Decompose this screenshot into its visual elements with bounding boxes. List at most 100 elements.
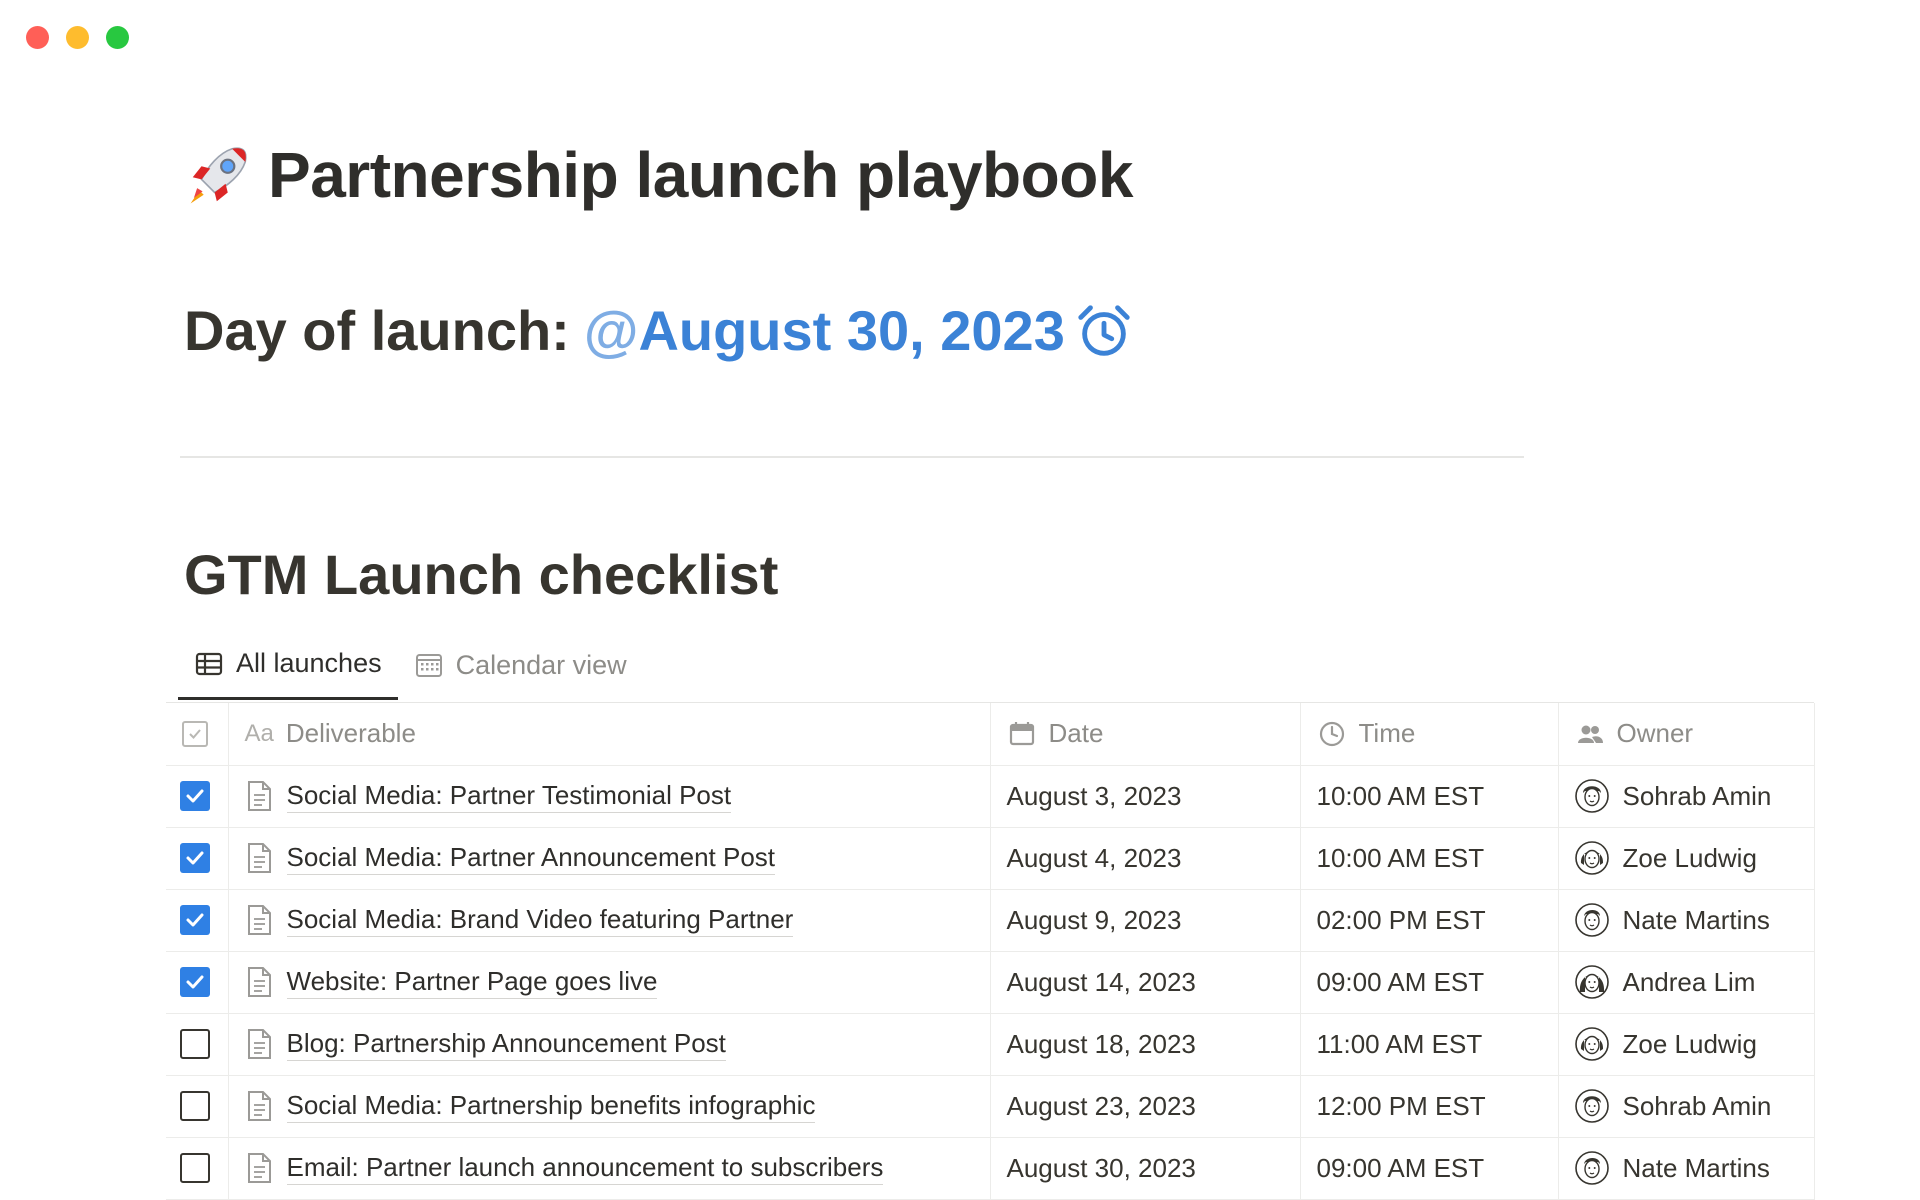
deliverable-link[interactable]: Website: Partner Page goes live <box>286 966 658 999</box>
cell-date[interactable]: August 18, 2023 <box>990 1013 1301 1076</box>
owner-name: Zoe Ludwig <box>1622 842 1757 873</box>
table-header-row: Aa Deliverable Date Time Owner <box>166 703 1815 766</box>
done-checkbox[interactable] <box>180 1029 210 1059</box>
tab-all-launches[interactable]: All launches <box>178 640 398 700</box>
done-checkbox[interactable] <box>180 1153 210 1183</box>
database-view-tabs: All launches Calendar view <box>178 640 643 700</box>
owner-name: Zoe Ludwig <box>1622 1028 1757 1059</box>
owner-name: Sohrab Amin <box>1622 1090 1772 1121</box>
cell-time[interactable]: 10:00 AM EST <box>1300 827 1559 890</box>
cell-done[interactable] <box>166 951 229 1014</box>
owner-name: Nate Martins <box>1622 904 1770 935</box>
cell-time[interactable]: 09:00 AM EST <box>1300 951 1559 1014</box>
cell-deliverable[interactable]: Social Media: Brand Video featuring Part… <box>228 889 991 952</box>
cell-owner[interactable]: Zoe Ludwig <box>1558 1013 1815 1076</box>
cell-done[interactable] <box>166 889 229 952</box>
avatar <box>1574 1151 1609 1185</box>
table-row[interactable]: Website: Partner Page goes live August 1… <box>166 951 1815 1014</box>
column-header-time[interactable]: Time <box>1300 703 1559 766</box>
deliverable-link[interactable]: Social Media: Partnership benefits infog… <box>286 1090 816 1123</box>
page-icon <box>247 843 271 873</box>
cell-done[interactable] <box>166 1137 229 1200</box>
cell-time[interactable]: 11:00 AM EST <box>1300 1013 1559 1076</box>
cell-owner[interactable]: Nate Martins <box>1558 889 1815 952</box>
zoom-window-button[interactable] <box>106 26 129 49</box>
deliverable-link[interactable]: Blog: Partnership Announcement Post <box>286 1028 726 1061</box>
done-checkbox[interactable] <box>180 781 210 811</box>
page-title: Partnership launch playbook <box>184 138 1133 212</box>
page-icon <box>247 1153 271 1183</box>
cell-done[interactable] <box>166 1013 229 1076</box>
table-row[interactable]: Social Media: Partner Announcement Post … <box>166 827 1815 890</box>
checkmark-icon <box>186 913 204 927</box>
calendar-icon <box>1009 721 1034 745</box>
avatar <box>1574 779 1609 813</box>
done-checkbox[interactable] <box>180 905 210 935</box>
table-icon <box>195 652 223 675</box>
table-row[interactable]: Social Media: Brand Video featuring Part… <box>166 889 1815 952</box>
window-controls <box>26 26 129 49</box>
cell-done[interactable] <box>166 765 229 828</box>
column-label: Deliverable <box>285 718 416 749</box>
table-row[interactable]: Email: Partner launch announcement to su… <box>166 1137 1815 1200</box>
tab-label: All launches <box>236 648 382 678</box>
column-header-checkbox[interactable] <box>166 703 229 766</box>
deliverable-link[interactable]: Social Media: Brand Video featuring Part… <box>286 904 794 937</box>
avatar <box>1574 965 1609 999</box>
cell-deliverable[interactable]: Social Media: Partner Announcement Post <box>228 827 991 890</box>
cell-date[interactable]: August 23, 2023 <box>990 1075 1301 1138</box>
cell-owner[interactable]: Andrea Lim <box>1558 951 1815 1014</box>
cell-date[interactable]: August 3, 2023 <box>990 765 1301 828</box>
cell-time[interactable]: 10:00 AM EST <box>1300 765 1559 828</box>
checkbox-property-icon <box>182 720 208 747</box>
page-icon <box>247 781 271 811</box>
column-header-date[interactable]: Date <box>990 703 1301 766</box>
owner-name: Sohrab Amin <box>1622 780 1772 811</box>
column-label: Owner <box>1616 718 1694 749</box>
cell-time[interactable]: 02:00 PM EST <box>1300 889 1559 952</box>
done-checkbox[interactable] <box>180 843 210 873</box>
tab-calendar-view[interactable]: Calendar view <box>398 640 643 700</box>
deliverable-link[interactable]: Email: Partner launch announcement to su… <box>286 1152 884 1185</box>
table-row[interactable]: Social Media: Partner Testimonial Post A… <box>166 765 1815 828</box>
mention-at-sign: @ <box>583 299 639 362</box>
cell-owner[interactable]: Sohrab Amin <box>1558 765 1815 828</box>
cell-done[interactable] <box>166 1075 229 1138</box>
cell-time[interactable]: 09:00 AM EST <box>1300 1137 1559 1200</box>
cell-owner[interactable]: Zoe Ludwig <box>1558 827 1815 890</box>
cell-deliverable[interactable]: Blog: Partnership Announcement Post <box>228 1013 991 1076</box>
cell-deliverable[interactable]: Social Media: Partnership benefits infog… <box>228 1075 991 1138</box>
close-window-button[interactable] <box>26 26 49 49</box>
cell-date[interactable]: August 30, 2023 <box>990 1137 1301 1200</box>
launch-date-line: Day of launch: @August 30, 2023 <box>184 298 1135 363</box>
deliverable-link[interactable]: Social Media: Partner Testimonial Post <box>286 780 732 813</box>
cell-owner[interactable]: Sohrab Amin <box>1558 1075 1815 1138</box>
avatar <box>1574 1089 1609 1123</box>
deliverable-link[interactable]: Social Media: Partner Announcement Post <box>286 842 776 875</box>
cell-deliverable[interactable]: Website: Partner Page goes live <box>228 951 991 1014</box>
cell-date[interactable]: August 14, 2023 <box>990 951 1301 1014</box>
rocket-icon[interactable] <box>184 140 254 210</box>
clock-icon <box>1319 721 1344 746</box>
alarm-clock-icon[interactable] <box>1073 300 1135 362</box>
launch-checklist-table: Aa Deliverable Date Time Owner Social Me… <box>166 702 1815 1200</box>
cell-date[interactable]: August 4, 2023 <box>990 827 1301 890</box>
avatar <box>1574 1027 1609 1061</box>
cell-deliverable[interactable]: Social Media: Partner Testimonial Post <box>228 765 991 828</box>
table-row[interactable]: Blog: Partnership Announcement Post Augu… <box>166 1013 1815 1076</box>
minimize-window-button[interactable] <box>66 26 89 49</box>
text-property-icon: Aa <box>244 719 274 747</box>
avatar <box>1574 841 1609 875</box>
page-title-text: Partnership launch playbook <box>268 139 1133 211</box>
cell-owner[interactable]: Nate Martins <box>1558 1137 1815 1200</box>
cell-done[interactable] <box>166 827 229 890</box>
table-row[interactable]: Social Media: Partnership benefits infog… <box>166 1075 1815 1138</box>
date-mention[interactable]: @August 30, 2023 <box>584 298 1065 363</box>
cell-date[interactable]: August 9, 2023 <box>990 889 1301 952</box>
cell-time[interactable]: 12:00 PM EST <box>1300 1075 1559 1138</box>
done-checkbox[interactable] <box>180 1091 210 1121</box>
column-header-owner[interactable]: Owner <box>1558 703 1815 766</box>
done-checkbox[interactable] <box>180 967 210 997</box>
cell-deliverable[interactable]: Email: Partner launch announcement to su… <box>228 1137 991 1200</box>
column-header-deliverable[interactable]: Aa Deliverable <box>228 703 991 766</box>
